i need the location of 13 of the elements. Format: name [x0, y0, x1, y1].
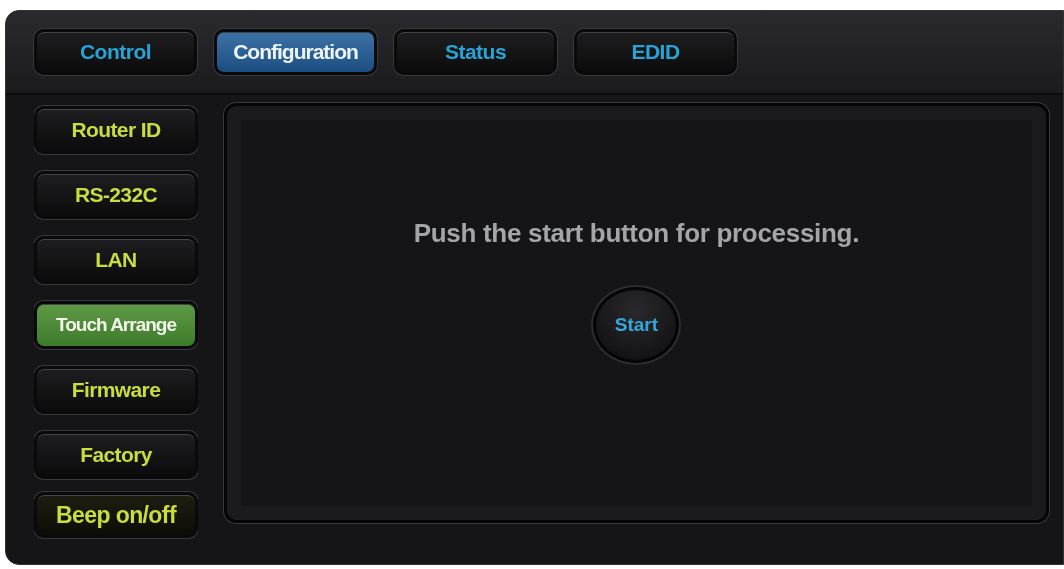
sidebar-button[interactable]: Router ID: [34, 106, 198, 154]
sidebar-button[interactable]: Beep on/off: [34, 492, 198, 538]
sidebar-button[interactable]: LAN: [34, 236, 198, 284]
tab[interactable]: EDID: [574, 29, 737, 75]
start-button[interactable]: Start: [593, 287, 680, 363]
tab[interactable]: Configuration: [214, 29, 377, 75]
tab[interactable]: Status: [394, 29, 557, 75]
sidebar-button[interactable]: Firmware: [34, 366, 198, 414]
sidebar-button[interactable]: Touch Arrange: [34, 301, 198, 349]
instruction-text: Push the start button for processing.: [413, 218, 860, 249]
sidebar-button[interactable]: RS-232C: [34, 171, 198, 219]
sidebar-button[interactable]: Factory: [34, 431, 198, 479]
tab[interactable]: Control: [34, 29, 197, 75]
